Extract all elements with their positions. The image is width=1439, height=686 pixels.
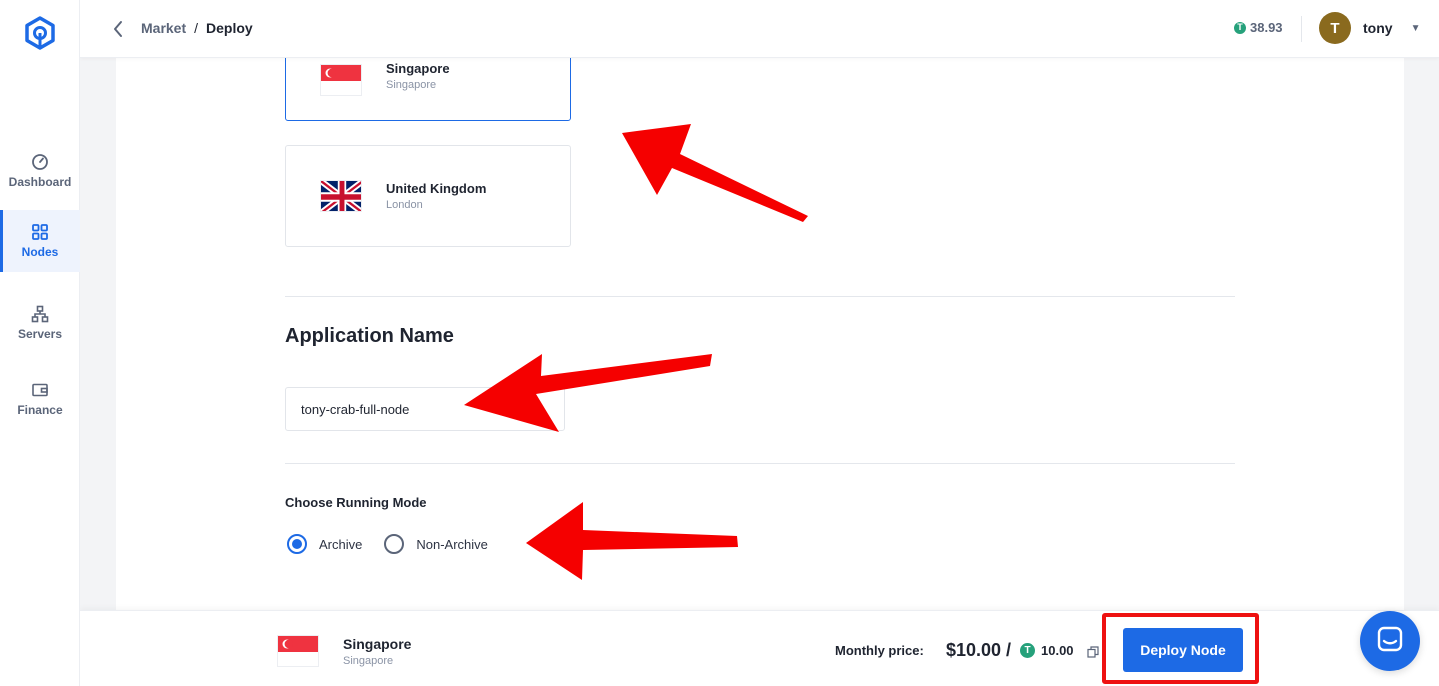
running-mode-label: Choose Running Mode xyxy=(285,495,427,510)
region-name: United Kingdom xyxy=(386,181,487,196)
sidebar-item-label: Dashboard xyxy=(8,175,72,189)
breadcrumb-separator: / xyxy=(194,20,199,36)
sidebar-item-nodes[interactable]: Nodes xyxy=(0,210,80,272)
app-logo-icon[interactable] xyxy=(24,16,56,50)
top-header: Market / Deploy T 38.93 T tony ▼ xyxy=(80,0,1439,58)
deploy-node-button[interactable]: Deploy Node xyxy=(1123,628,1243,672)
sidebar-item-label: Servers xyxy=(17,327,63,341)
user-menu[interactable]: T tony ▼ xyxy=(1319,12,1420,44)
copy-icon[interactable] xyxy=(1087,645,1099,658)
region-name: Singapore xyxy=(386,61,450,76)
gauge-icon xyxy=(31,153,49,171)
avatar: T xyxy=(1319,12,1351,44)
uk-flag-icon xyxy=(320,180,362,212)
balance-value: 38.93 xyxy=(1250,20,1283,35)
radio-archive[interactable]: Archive xyxy=(287,534,362,554)
server-tree-icon xyxy=(31,305,49,323)
sidebar-item-label: Nodes xyxy=(21,245,59,259)
section-divider xyxy=(285,463,1235,464)
summary-region-name: Singapore xyxy=(343,636,412,652)
running-mode-radio-group: Archive Non-Archive xyxy=(287,534,510,554)
radio-label: Non-Archive xyxy=(416,536,488,552)
back-chevron-icon[interactable] xyxy=(108,17,128,41)
price-usd: $10.00 / xyxy=(946,640,1012,660)
radio-label: Archive xyxy=(319,536,363,552)
application-name-input[interactable] xyxy=(285,387,565,431)
summary-region-city: Singapore xyxy=(343,655,394,667)
breadcrumb: Market / Deploy xyxy=(141,20,253,36)
singapore-flag-icon xyxy=(277,635,319,667)
breadcrumb-market[interactable]: Market xyxy=(141,20,186,36)
section-divider xyxy=(285,296,1235,297)
balance: T 38.93 xyxy=(1234,20,1283,35)
grid-icon xyxy=(31,223,49,241)
sidebar-item-dashboard[interactable]: Dashboard xyxy=(0,140,80,202)
sidebar-item-label: Finance xyxy=(17,403,63,417)
chat-icon xyxy=(1376,625,1404,658)
deploy-summary-bar: Singapore Singapore Monthly price: $10.0… xyxy=(80,610,1439,686)
region-city: Singapore xyxy=(386,79,437,91)
sidebar: Dashboard Nodes Servers Finance xyxy=(0,0,80,686)
wallet-icon xyxy=(31,381,49,399)
header-divider xyxy=(1301,16,1302,42)
chat-support-button[interactable] xyxy=(1360,611,1420,671)
radio-checked-icon xyxy=(287,534,307,554)
price-usdt-value: 10.00 xyxy=(1041,643,1074,658)
monthly-price-label: Monthly price: xyxy=(835,643,924,658)
radio-non-archive[interactable]: Non-Archive xyxy=(384,534,488,554)
usdt-icon: T xyxy=(1020,643,1035,658)
sidebar-item-finance[interactable]: Finance xyxy=(0,368,80,430)
breadcrumb-deploy: Deploy xyxy=(206,20,253,36)
usdt-icon: T xyxy=(1234,21,1246,34)
region-city: London xyxy=(386,199,423,211)
price-usdt: T 10.00 xyxy=(1020,643,1074,658)
sidebar-item-servers[interactable]: Servers xyxy=(0,292,80,354)
caret-down-icon: ▼ xyxy=(1410,22,1421,34)
singapore-flag-icon xyxy=(320,64,362,96)
radio-unchecked-icon xyxy=(384,534,405,554)
deploy-form: Singapore Singapore United Kingdom Londo… xyxy=(116,19,1404,610)
username: tony xyxy=(1363,20,1393,36)
application-name-title: Application Name xyxy=(285,325,454,347)
region-card-united-kingdom[interactable]: United Kingdom London xyxy=(285,145,571,247)
